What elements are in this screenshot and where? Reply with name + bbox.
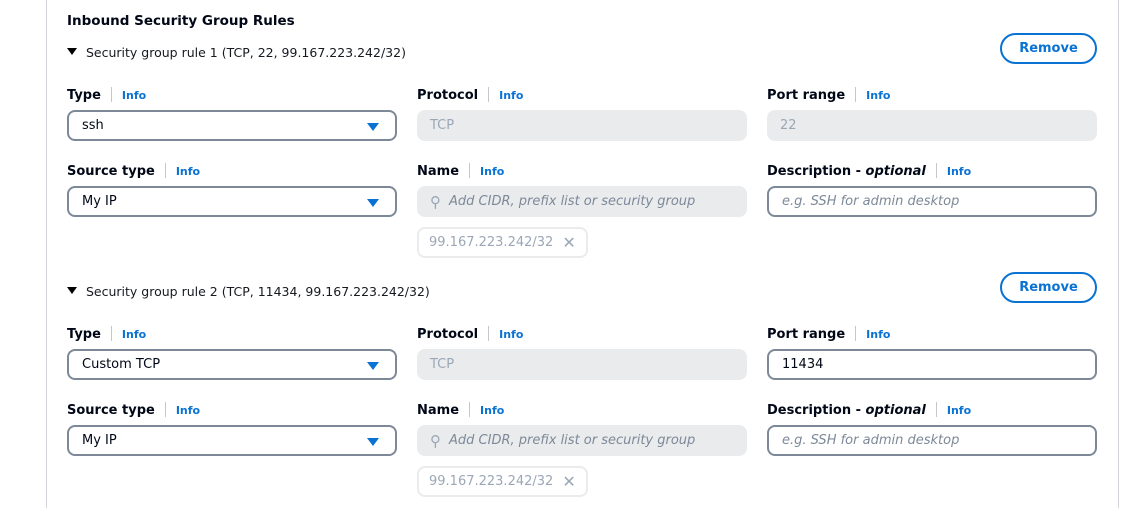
info-link[interactable]: Info bbox=[176, 404, 200, 417]
port-range-label: Port range Info bbox=[767, 326, 891, 342]
protocol-field: TCP bbox=[417, 349, 747, 380]
source-type-select[interactable]: My IP bbox=[67, 425, 397, 456]
port-range-input[interactable]: 11434 bbox=[767, 349, 1097, 380]
name-label: Name Info bbox=[417, 163, 505, 179]
info-link[interactable]: Info bbox=[499, 89, 523, 102]
port-range-label: Port range Info bbox=[767, 87, 891, 103]
security-group-rule-1: Security group rule 1 (TCP, 22, 99.167.2… bbox=[0, 33, 1138, 284]
info-link[interactable]: Info bbox=[122, 89, 146, 102]
description-input[interactable]: e.g. SSH for admin desktop bbox=[767, 425, 1097, 456]
info-link[interactable]: Info bbox=[947, 404, 971, 417]
protocol-label: Protocol Info bbox=[417, 87, 524, 103]
info-link[interactable]: Info bbox=[866, 328, 890, 341]
info-link[interactable]: Info bbox=[947, 165, 971, 178]
security-group-rule-2: Security group rule 2 (TCP, 11434, 99.16… bbox=[0, 272, 1138, 523]
description-label: Description - optional Info bbox=[767, 163, 972, 179]
name-label: Name Info bbox=[417, 402, 505, 418]
caret-down-icon bbox=[67, 287, 77, 294]
caret-down-icon bbox=[67, 48, 77, 55]
section-title: Inbound Security Group Rules bbox=[67, 13, 295, 29]
close-icon[interactable]: ✕ bbox=[562, 472, 575, 491]
close-icon[interactable]: ✕ bbox=[562, 233, 575, 252]
search-icon: ⚲ bbox=[430, 431, 441, 450]
rule-header-toggle[interactable]: Security group rule 1 (TCP, 22, 99.167.2… bbox=[67, 45, 406, 60]
description-label: Description - optional Info bbox=[767, 402, 972, 418]
name-search-input[interactable]: ⚲ Add CIDR, prefix list or security group bbox=[417, 425, 747, 456]
type-select[interactable]: Custom TCP bbox=[67, 349, 397, 380]
info-link[interactable]: Info bbox=[176, 165, 200, 178]
protocol-field: TCP bbox=[417, 110, 747, 141]
port-range-field: 22 bbox=[767, 110, 1097, 141]
dropdown-arrow-icon bbox=[367, 199, 379, 207]
source-type-select[interactable]: My IP bbox=[67, 186, 397, 217]
type-label: Type Info bbox=[67, 87, 147, 103]
cidr-token: 99.167.223.242/32 ✕ bbox=[417, 466, 588, 497]
info-link[interactable]: Info bbox=[866, 89, 890, 102]
dropdown-arrow-icon bbox=[367, 123, 379, 131]
info-link[interactable]: Info bbox=[480, 404, 504, 417]
rule-header-toggle[interactable]: Security group rule 2 (TCP, 11434, 99.16… bbox=[67, 284, 430, 299]
protocol-label: Protocol Info bbox=[417, 326, 524, 342]
source-type-label: Source type Info bbox=[67, 163, 201, 179]
rule-header-text: Security group rule 2 (TCP, 11434, 99.16… bbox=[86, 284, 430, 299]
info-link[interactable]: Info bbox=[122, 328, 146, 341]
cidr-token: 99.167.223.242/32 ✕ bbox=[417, 227, 588, 258]
dropdown-arrow-icon bbox=[367, 438, 379, 446]
type-select[interactable]: ssh bbox=[67, 110, 397, 141]
search-icon: ⚲ bbox=[430, 192, 441, 211]
source-type-label: Source type Info bbox=[67, 402, 201, 418]
name-search-input[interactable]: ⚲ Add CIDR, prefix list or security group bbox=[417, 186, 747, 217]
remove-button[interactable]: Remove bbox=[1000, 272, 1097, 303]
type-label: Type Info bbox=[67, 326, 147, 342]
rule-header-text: Security group rule 1 (TCP, 22, 99.167.2… bbox=[86, 45, 406, 60]
dropdown-arrow-icon bbox=[367, 362, 379, 370]
remove-button[interactable]: Remove bbox=[1000, 33, 1097, 64]
description-input[interactable]: e.g. SSH for admin desktop bbox=[767, 186, 1097, 217]
info-link[interactable]: Info bbox=[499, 328, 523, 341]
info-link[interactable]: Info bbox=[480, 165, 504, 178]
